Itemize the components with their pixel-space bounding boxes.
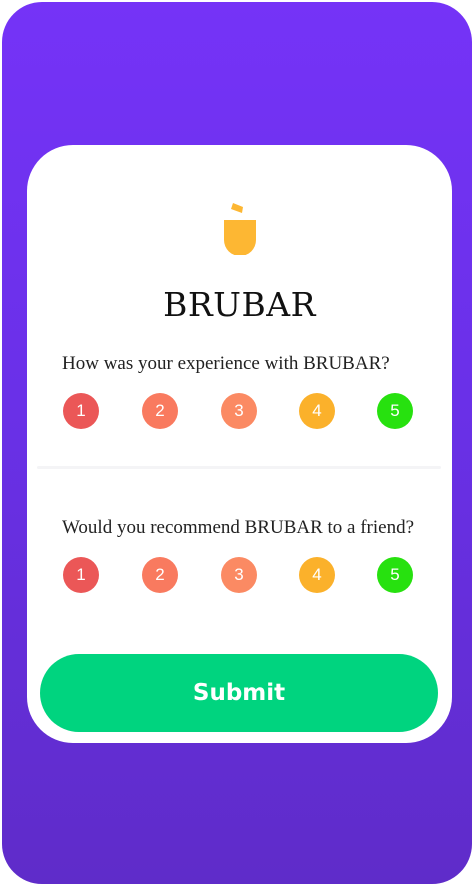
app-background: BRUBAR How was your experience with BRUB…: [2, 2, 472, 884]
section-divider: [37, 466, 441, 469]
question-recommend: Would you recommend BRUBAR to a friend?: [62, 517, 415, 538]
question-experience: How was your experience with BRUBAR?: [62, 353, 390, 374]
rating-option-4[interactable]: 4: [299, 393, 335, 429]
rating-option-5[interactable]: 5: [377, 557, 413, 593]
rating-option-5[interactable]: 5: [377, 393, 413, 429]
rating-recommend: 1 2 3 4 5: [63, 557, 417, 593]
rating-option-4[interactable]: 4: [299, 557, 335, 593]
rating-experience: 1 2 3 4 5: [63, 393, 417, 429]
rating-option-2[interactable]: 2: [142, 393, 178, 429]
rating-option-3[interactable]: 3: [221, 557, 257, 593]
rating-option-1[interactable]: 1: [63, 557, 99, 593]
rating-option-3[interactable]: 3: [221, 393, 257, 429]
submit-button[interactable]: Submit: [40, 654, 438, 732]
rating-option-2[interactable]: 2: [142, 557, 178, 593]
brand-title: BRUBAR: [163, 285, 316, 324]
rating-option-1[interactable]: 1: [63, 393, 99, 429]
cup-logo-icon: [224, 203, 256, 255]
